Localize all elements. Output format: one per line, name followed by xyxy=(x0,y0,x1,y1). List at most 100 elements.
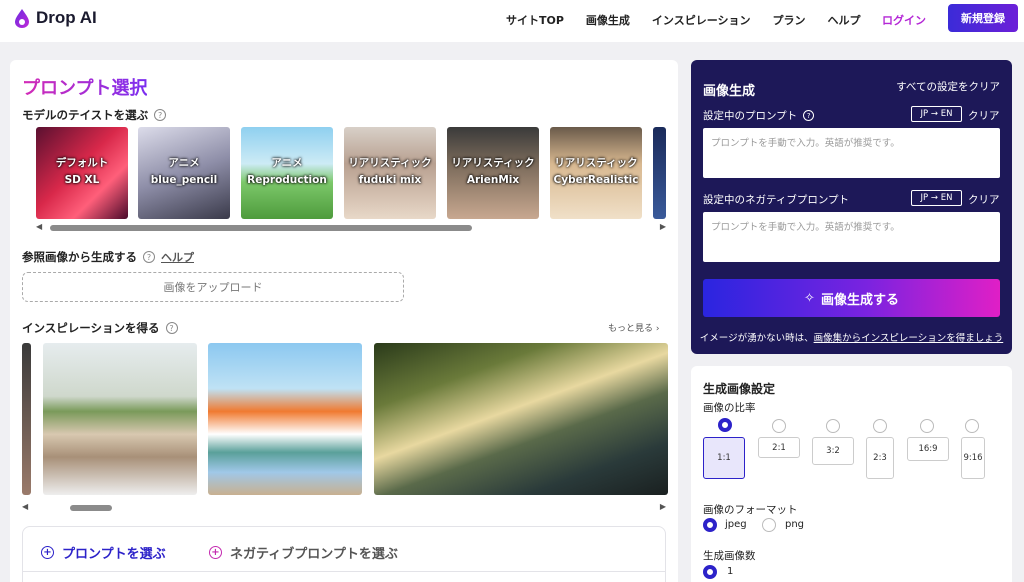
question-icon[interactable]: ? xyxy=(803,110,815,121)
inspiration-image-partial[interactable] xyxy=(22,343,31,495)
plus-circle-icon: + xyxy=(209,546,222,559)
format-radio-jpeg[interactable] xyxy=(703,518,717,532)
help-link[interactable]: ヘルプ xyxy=(161,249,194,265)
question-icon[interactable]: ? xyxy=(154,109,167,121)
model-card-sdxl[interactable]: デフォルト SD XL xyxy=(36,127,128,219)
inspiration-image-anime-girl[interactable] xyxy=(208,343,362,495)
ratio-option-3-2[interactable]: 3:2 xyxy=(812,437,854,465)
generate-button-label: 画像生成する xyxy=(820,292,899,308)
drop-logo-icon xyxy=(15,9,29,28)
count-value: 1 xyxy=(727,566,734,577)
nav-image-generation[interactable]: 画像生成 xyxy=(586,12,630,28)
inspiration-scroll-thumb[interactable] xyxy=(70,505,112,511)
ratio-radio-2-3[interactable] xyxy=(873,419,887,433)
question-icon[interactable]: ? xyxy=(165,322,178,334)
model-section-label: モデルのテイストを選ぶ xyxy=(22,108,149,122)
model-card-partial[interactable] xyxy=(653,127,666,219)
generation-title: 画像生成 xyxy=(703,84,756,99)
logo[interactable]: Drop AI xyxy=(14,8,97,28)
tab-divider xyxy=(23,571,665,572)
prompt-input[interactable] xyxy=(703,128,1000,178)
ratio-label: 画像の比率 xyxy=(703,402,756,414)
nav-help[interactable]: ヘルプ xyxy=(827,12,860,28)
scroll-right-icon[interactable]: ▶ xyxy=(660,502,666,511)
tab-select-negative-prompt[interactable]: + ネガティブプロンプトを選ぶ xyxy=(209,543,398,562)
ratio-radio-1-1[interactable] xyxy=(718,418,732,432)
model-card-fuduki-mix[interactable]: リアリスティック fuduki mix xyxy=(344,127,436,219)
see-more-link[interactable]: もっと見る › xyxy=(608,321,660,334)
inspiration-image-river[interactable] xyxy=(374,343,668,495)
ratio-radio-9-16[interactable] xyxy=(965,419,979,433)
scroll-left-icon[interactable]: ◀ xyxy=(36,222,42,231)
main-nav: サイトTOP 画像生成 インスピレーション プラン ヘルプ xyxy=(506,12,882,28)
model-card-line2: fuduki mix xyxy=(358,174,422,186)
negative-prompt-label-row: 設定中のネガティブプロンプト xyxy=(703,192,849,207)
ratio-radio-2-1[interactable] xyxy=(772,419,786,433)
see-more-label: もっと見る xyxy=(608,324,654,334)
model-card-line2: SD XL xyxy=(64,174,100,186)
plus-circle-icon: + xyxy=(41,546,54,559)
tab-select-prompt[interactable]: + プロンプトを選ぶ xyxy=(41,543,166,562)
clear-all-settings-link[interactable]: すべての設定をクリア xyxy=(896,79,1000,94)
model-card-line1: アニメ xyxy=(168,157,200,169)
ratio-option-9-16[interactable]: 9:16 xyxy=(961,437,985,479)
ratio-option-16-9[interactable]: 16:9 xyxy=(907,437,949,461)
model-card-blue-pencil[interactable]: アニメ blue_pencil xyxy=(138,127,230,219)
model-card-line1: リアリスティック xyxy=(554,157,638,169)
translate-jp-en-button[interactable]: JP → EN xyxy=(911,190,962,206)
clear-prompt-button[interactable]: クリア xyxy=(968,108,1000,123)
hint-text: イメージが湧かない時は、 xyxy=(699,333,814,344)
ratio-option-2-3[interactable]: 2:3 xyxy=(866,437,894,479)
gallery-inspiration-link[interactable]: 画像集からインスピレーションを得ましょう xyxy=(814,333,1004,344)
page-title: プロンプト選択 xyxy=(22,74,147,100)
prompt-tabs: + プロンプトを選ぶ + ネガティブプロンプトを選ぶ xyxy=(22,526,666,582)
upload-image-button[interactable]: 画像をアップロード xyxy=(22,272,404,302)
reference-section-label: 参照画像から生成する xyxy=(22,250,137,264)
logo-text: Drop AI xyxy=(36,8,97,27)
translate-jp-en-button[interactable]: JP → EN xyxy=(911,106,962,122)
question-icon[interactable]: ? xyxy=(143,251,155,263)
format-label: 画像のフォーマット xyxy=(703,504,798,516)
top-header: Drop AI サイトTOP 画像生成 インスピレーション プラン ヘルプ ログ… xyxy=(0,0,1024,42)
model-card-arienmix[interactable]: リアリスティック ArienMix xyxy=(447,127,539,219)
scroll-left-icon[interactable]: ◀ xyxy=(22,502,28,511)
ratio-radio-3-2[interactable] xyxy=(826,419,840,433)
count-radio-1[interactable] xyxy=(703,565,717,579)
ratio-radio-16-9[interactable] xyxy=(920,419,934,433)
model-card-line1: アニメ xyxy=(271,157,303,169)
clear-negative-prompt-button[interactable]: クリア xyxy=(968,192,1000,207)
format-png-label: png xyxy=(785,519,805,530)
image-generation-panel: 画像生成 すべての設定をクリア 設定中のプロンプト ? JP → EN クリア … xyxy=(691,60,1012,354)
model-card-reproduction[interactable]: アニメ Reproduction xyxy=(241,127,333,219)
nav-inspiration[interactable]: インスピレーション xyxy=(652,12,751,28)
format-jpeg-label: jpeg xyxy=(725,519,747,530)
signup-button[interactable]: 新規登録 xyxy=(948,4,1018,32)
ratio-option-1-1[interactable]: 1:1 xyxy=(703,437,745,479)
generate-image-button[interactable]: ✧ 画像生成する xyxy=(703,279,1000,317)
model-card-cyberrealistic[interactable]: リアリスティック CyberRealistic xyxy=(550,127,642,219)
settings-title: 生成画像設定 xyxy=(703,382,776,396)
model-scrollbar[interactable]: ◀ ▶ xyxy=(36,222,666,234)
generation-settings-panel: 生成画像設定 画像の比率 1:1 2:1 3:2 2:3 16:9 9:16 画… xyxy=(691,366,1012,582)
tab-label: プロンプトを選ぶ xyxy=(62,547,166,562)
model-card-line2: ArienMix xyxy=(466,174,520,186)
negative-prompt-input[interactable] xyxy=(703,212,1000,262)
nav-site-top[interactable]: サイトTOP xyxy=(506,12,564,28)
chevron-right-icon: › xyxy=(655,324,660,334)
format-radio-png[interactable] xyxy=(762,518,776,532)
model-card-line1: デフォルト xyxy=(55,157,109,169)
negative-prompt-label: 設定中のネガティブプロンプト xyxy=(703,194,850,206)
prompt-label: 設定中のプロンプト xyxy=(703,110,798,122)
tab-label: ネガティブプロンプトを選ぶ xyxy=(230,547,398,562)
model-card-line2: Reproduction xyxy=(247,174,327,186)
inspiration-scrollbar[interactable]: ◀ ▶ xyxy=(22,502,666,514)
inspiration-image-cat[interactable] xyxy=(43,343,197,495)
ratio-option-2-1[interactable]: 2:1 xyxy=(758,437,800,458)
nav-plan[interactable]: プラン xyxy=(772,12,805,28)
model-scroll-thumb[interactable] xyxy=(50,225,472,231)
generation-hint: イメージが湧かない時は、画像集からインスピレーションを得ましょう xyxy=(691,330,1012,344)
login-link[interactable]: ログイン xyxy=(882,12,926,28)
scroll-right-icon[interactable]: ▶ xyxy=(660,222,666,231)
model-card-line1: リアリスティック xyxy=(451,157,535,169)
reference-section-heading: 参照画像から生成する ? ヘルプ xyxy=(22,249,194,265)
